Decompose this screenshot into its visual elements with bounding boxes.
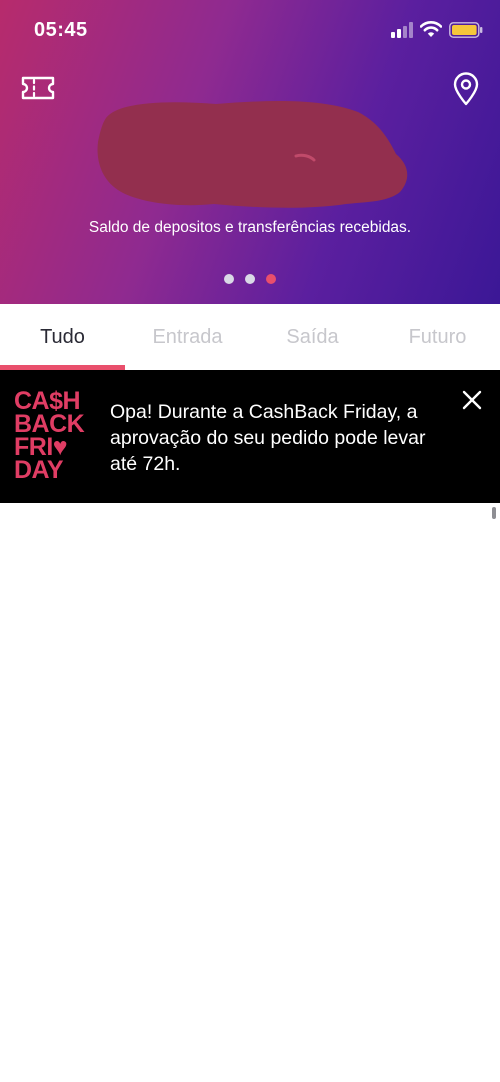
cellular-signal-icon: [391, 22, 413, 38]
scrollbar[interactable]: [492, 507, 496, 519]
wifi-icon: [420, 21, 442, 37]
carousel-dot[interactable]: [245, 274, 255, 284]
close-icon[interactable]: [460, 388, 484, 412]
carousel-dot[interactable]: [266, 274, 276, 284]
transaction-list[interactable]: [0, 503, 500, 1082]
cashback-friday-logo: CA$H BACK FRI♥ DAY: [14, 388, 90, 488]
balance-caption: Saldo de depositos e transferências rece…: [88, 219, 412, 236]
location-pin-icon[interactable]: [452, 72, 480, 106]
status-time: 05:45: [34, 19, 88, 41]
carousel-dots: [221, 274, 281, 284]
tab-saida[interactable]: Saída: [250, 304, 375, 370]
banner-message: Opa! Durante a CashBack Friday, a aprova…: [110, 401, 426, 475]
balance-redacted: [97, 101, 408, 208]
tab-tudo[interactable]: Tudo: [0, 304, 125, 370]
logo-line: DAY: [14, 456, 64, 484]
transaction-tabs: Tudo Entrada Saída Futuro: [0, 304, 500, 370]
battery-icon: [449, 22, 483, 38]
tab-futuro[interactable]: Futuro: [375, 304, 500, 370]
ticket-icon[interactable]: [20, 74, 56, 102]
tab-entrada[interactable]: Entrada: [125, 304, 250, 370]
carousel-dot[interactable]: [224, 274, 234, 284]
account-header: 05:45 Saldo de depositos e transferência…: [0, 0, 500, 304]
status-bar: 05:45: [0, 0, 500, 60]
